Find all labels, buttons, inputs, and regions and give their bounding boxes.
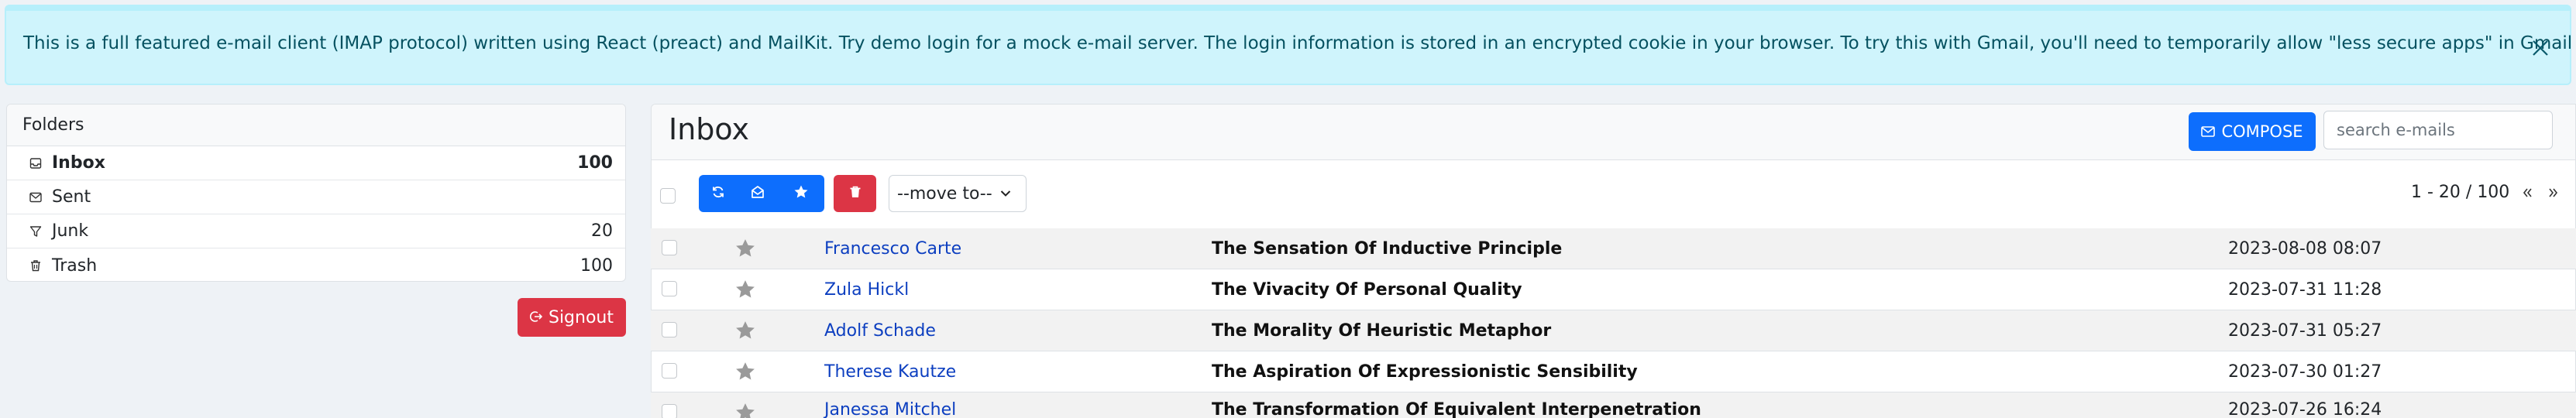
folder-item-inbox[interactable]: Inbox 100 bbox=[7, 146, 625, 180]
search-input[interactable] bbox=[2323, 111, 2553, 149]
signout-label: Signout bbox=[548, 307, 614, 327]
email-sender[interactable]: Therese Kautze bbox=[824, 362, 956, 382]
folder-label: Inbox bbox=[52, 153, 105, 173]
chevron-down-icon bbox=[1000, 190, 1011, 197]
move-to-select[interactable]: --move to-- bbox=[889, 175, 1027, 212]
folder-count: 20 bbox=[591, 221, 613, 241]
email-date: 2023-07-30 01:27 bbox=[2228, 361, 2382, 382]
row-checkbox[interactable] bbox=[662, 281, 677, 296]
email-date: 2023-07-31 05:27 bbox=[2228, 320, 2382, 341]
signout-icon bbox=[529, 308, 543, 327]
email-subject[interactable]: The Sensation Of Inductive Principle bbox=[1212, 239, 1562, 259]
mark-read-button[interactable] bbox=[738, 175, 778, 212]
folder-item-trash[interactable]: Trash 100 bbox=[7, 248, 625, 281]
compose-button[interactable]: COMPOSE bbox=[2189, 112, 2316, 151]
inbox-icon bbox=[27, 155, 44, 172]
signout-button[interactable]: Signout bbox=[518, 298, 626, 337]
email-subject[interactable]: The Transformation Of Equivalent Interpe… bbox=[1212, 400, 1701, 418]
email-sender[interactable]: Francesco Carte bbox=[824, 239, 961, 259]
alert-message: This is a full featured e-mail client (I… bbox=[23, 33, 2576, 53]
email-subject[interactable]: The Aspiration Of Expressionistic Sensib… bbox=[1212, 362, 1638, 382]
delete-button[interactable] bbox=[834, 175, 876, 212]
email-sender[interactable]: Zula Hickl bbox=[824, 280, 909, 300]
star-icon[interactable] bbox=[734, 361, 756, 382]
envelope-icon bbox=[2201, 122, 2216, 141]
folder-label: Sent bbox=[52, 187, 91, 207]
row-checkbox[interactable] bbox=[662, 363, 677, 379]
row-checkbox[interactable] bbox=[662, 404, 677, 418]
folder-item-junk[interactable]: Junk 20 bbox=[7, 214, 625, 248]
compose-label: COMPOSE bbox=[2221, 122, 2303, 141]
email-row[interactable]: Adolf Schade The Morality Of Heuristic M… bbox=[651, 310, 2576, 351]
star-icon[interactable] bbox=[734, 279, 756, 300]
email-row[interactable]: Francesco Carte The Sensation Of Inducti… bbox=[651, 228, 2576, 269]
row-checkbox[interactable] bbox=[662, 240, 677, 255]
folder-label: Junk bbox=[52, 221, 89, 241]
email-date: 2023-08-08 08:07 bbox=[2228, 238, 2382, 259]
star-icon[interactable] bbox=[734, 238, 756, 259]
email-row[interactable]: Zula Hickl The Vivacity Of Personal Qual… bbox=[651, 269, 2576, 310]
star-icon bbox=[793, 184, 809, 203]
envelope-open-icon bbox=[751, 185, 765, 202]
email-subject[interactable]: The Morality Of Heuristic Metaphor bbox=[1212, 321, 1551, 341]
info-alert: This is a full featured e-mail client (I… bbox=[5, 5, 2576, 85]
envelope-icon bbox=[27, 189, 44, 206]
pagination-range: 1 - 20 / 100 bbox=[2411, 183, 2510, 202]
chevron-right-icon[interactable] bbox=[2545, 187, 2562, 198]
refresh-button[interactable] bbox=[699, 175, 738, 212]
filter-icon bbox=[27, 223, 44, 240]
row-checkbox[interactable] bbox=[662, 322, 677, 337]
email-date: 2023-07-26 16:24 bbox=[2228, 400, 2382, 418]
star-icon[interactable] bbox=[734, 320, 756, 341]
pagination: 1 - 20 / 100 bbox=[2411, 183, 2562, 202]
refresh-icon bbox=[711, 185, 725, 202]
trash-icon bbox=[848, 185, 862, 202]
chevron-left-icon[interactable] bbox=[2519, 187, 2536, 198]
email-subject[interactable]: The Vivacity Of Personal Quality bbox=[1212, 280, 1522, 300]
folder-count: 100 bbox=[577, 153, 613, 173]
mail-header: Inbox COMPOSE bbox=[652, 104, 2575, 160]
select-all-checkbox[interactable] bbox=[660, 188, 676, 204]
star-icon[interactable] bbox=[734, 402, 756, 418]
email-date: 2023-07-31 11:28 bbox=[2228, 279, 2382, 300]
email-sender[interactable]: Janessa Mitchel bbox=[824, 400, 956, 418]
close-icon[interactable] bbox=[2525, 33, 2556, 63]
folder-item-sent[interactable]: Sent bbox=[7, 180, 625, 214]
trash-icon bbox=[27, 257, 44, 274]
page-title: Inbox bbox=[669, 112, 749, 146]
folder-count: 100 bbox=[580, 255, 613, 276]
folders-title: Folders bbox=[7, 104, 625, 146]
email-row[interactable]: Therese Kautze The Aspiration Of Express… bbox=[651, 351, 2576, 392]
star-button[interactable] bbox=[778, 175, 824, 212]
email-row[interactable]: Janessa Mitchel The Transformation Of Eq… bbox=[651, 392, 2576, 418]
folder-label: Trash bbox=[52, 255, 98, 276]
folders-panel: Folders Inbox 100 Sent Junk 20 Trash 100 bbox=[6, 104, 626, 282]
move-to-value: --move to-- bbox=[897, 183, 992, 204]
email-sender[interactable]: Adolf Schade bbox=[824, 321, 936, 341]
